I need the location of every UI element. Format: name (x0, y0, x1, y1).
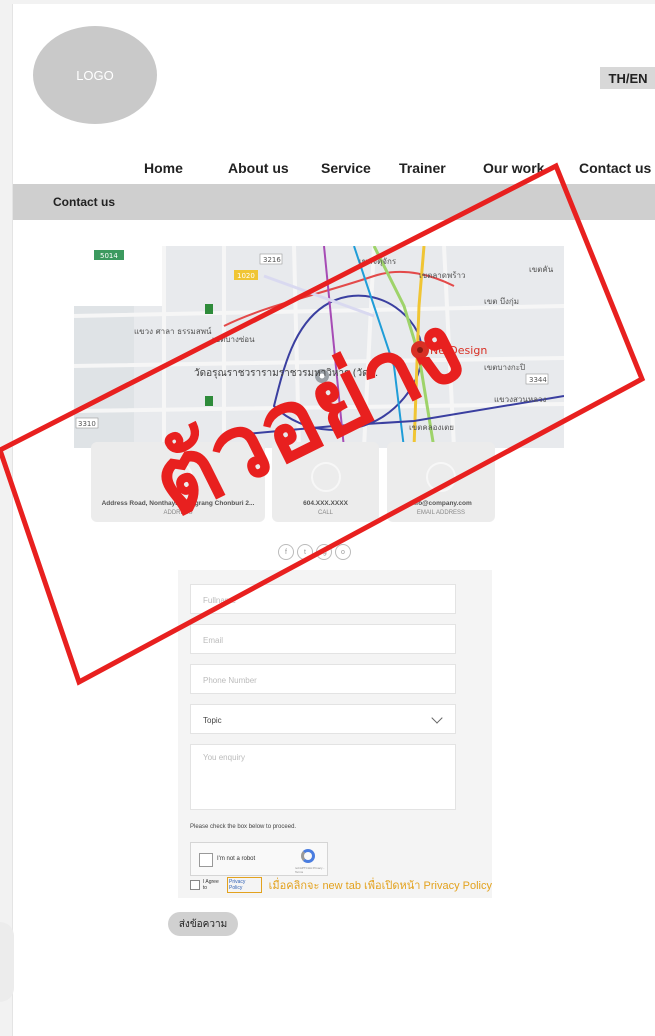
section-bar: Contact us (13, 184, 655, 220)
captcha-instruction: Please check the box below to proceed. (190, 824, 297, 830)
nav-item-home[interactable]: Home (144, 160, 183, 176)
svg-text:5014: 5014 (100, 252, 118, 260)
svg-text:3344: 3344 (529, 376, 547, 384)
contact-cards: Address Road, Nonthaya, Bangrang Chonbur… (91, 442, 563, 522)
address-card: Address Road, Nonthaya, Bangrang Chonbur… (91, 442, 265, 522)
svg-text:1020: 1020 (237, 272, 255, 280)
other-social-icon[interactable]: o (335, 544, 351, 560)
svg-text:3310: 3310 (78, 420, 96, 428)
svg-text:แขวงสวนหลวง: แขวงสวนหลวง (494, 395, 547, 404)
nav-item-trainer[interactable]: Trainer (399, 160, 446, 176)
svg-text:3216: 3216 (263, 256, 281, 264)
twitter-icon[interactable]: t (297, 544, 313, 560)
logo[interactable]: LOGO (33, 26, 157, 124)
main-nav: Home About us Service Trainer Our work C… (13, 160, 655, 182)
facebook-icon[interactable]: f (278, 544, 294, 560)
nav-item-our-work[interactable]: Our work (483, 160, 544, 176)
page: LOGO TH/EN Home About us Service Trainer… (12, 4, 655, 1036)
email-value[interactable]: info@company.com (410, 500, 471, 507)
email-label: EMAIL ADDRESS (416, 510, 466, 516)
agree-text: I Agree to (202, 879, 219, 891)
svg-text:NetDesign: NetDesign (430, 344, 487, 357)
social-icons: f t ig o (278, 544, 351, 560)
topic-select[interactable]: Topic (190, 704, 456, 734)
map-graphic: 5014 3216 1020 เขตจตุจักร เขตลาดพร้าว เข… (74, 246, 564, 448)
privacy-agreement: I Agree to Privacy Policy เมื่อคลิกจะ ne… (190, 876, 492, 894)
contact-form: Fullname Email Phone Number Topic You en… (178, 570, 492, 898)
svg-text:เขตบางกะปิ: เขตบางกะปิ (484, 363, 525, 372)
privacy-policy-link[interactable]: Privacy Policy (226, 877, 262, 893)
logo-text: LOGO (76, 67, 114, 83)
corner-decoration (0, 922, 14, 1002)
address-value: Address Road, Nonthaya, Bangrang Chonbur… (101, 500, 255, 507)
privacy-note: เมื่อคลิกจะ new tab เพื่อเปิดหน้า Privac… (268, 880, 492, 892)
agree-checkbox[interactable] (190, 880, 200, 890)
call-card: 604.XXX.XXXX CALL (272, 442, 379, 522)
phone-icon (310, 462, 341, 492)
svg-text:วัดอรุณราชวรารามราชวรมหาวิหาร: วัดอรุณราชวรารามราชวรมหาวิหาร (วัด... (194, 368, 378, 379)
phone-field[interactable]: Phone Number (190, 664, 456, 694)
language-toggle[interactable]: TH/EN (600, 67, 655, 89)
svg-text:เขตจตุจักร: เขตจตุจักร (359, 257, 397, 266)
svg-text:เขต บึงกุ่ม: เขต บึงกุ่ม (484, 297, 519, 306)
svg-text:แขวง ศาลา ธรรมสพน์: แขวง ศาลา ธรรมสพน์ (134, 326, 212, 336)
recaptcha-checkbox[interactable] (199, 853, 213, 867)
chevron-down-icon (431, 712, 443, 724)
instagram-icon[interactable]: ig (316, 544, 332, 560)
call-label: CALL (317, 510, 333, 516)
email-icon (426, 462, 456, 492)
recaptcha-widget: I'm not a robot reCAPTCHA Privacy - Term… (190, 842, 328, 876)
recaptcha-icon (301, 849, 315, 863)
map-embed[interactable]: 5014 3216 1020 เขตจตุจักร เขตลาดพร้าว เข… (74, 246, 564, 448)
call-value[interactable]: 604.XXX.XXXX (303, 500, 348, 507)
svg-text:เขตคลองเตย: เขตคลองเตย (409, 423, 454, 432)
nav-item-about[interactable]: About us (228, 160, 289, 176)
email-field[interactable]: Email (190, 624, 456, 654)
recaptcha-sub: reCAPTCHA Privacy - Terms (295, 866, 325, 874)
topic-value: Topic (203, 716, 222, 725)
send-button[interactable]: ส่งข้อความ (168, 912, 238, 936)
address-label: ADDRESS (163, 510, 193, 516)
nav-item-service[interactable]: Service (321, 160, 371, 176)
email-card: info@company.com EMAIL ADDRESS (387, 442, 495, 522)
location-icon (163, 462, 193, 492)
recaptcha-label: I'm not a robot (217, 856, 256, 862)
inquiry-textarea[interactable]: You enquiry (190, 744, 456, 810)
fullname-field[interactable]: Fullname (190, 584, 456, 614)
nav-item-contact[interactable]: Contact us (579, 160, 651, 176)
section-title: Contact us (53, 195, 116, 209)
svg-text:เขตลาดพร้าว: เขตลาดพร้าว (419, 271, 466, 280)
svg-text:เขตคัน: เขตคัน (529, 265, 554, 274)
svg-text:เขตบางซ่อน: เขตบางซ่อน (212, 335, 255, 344)
